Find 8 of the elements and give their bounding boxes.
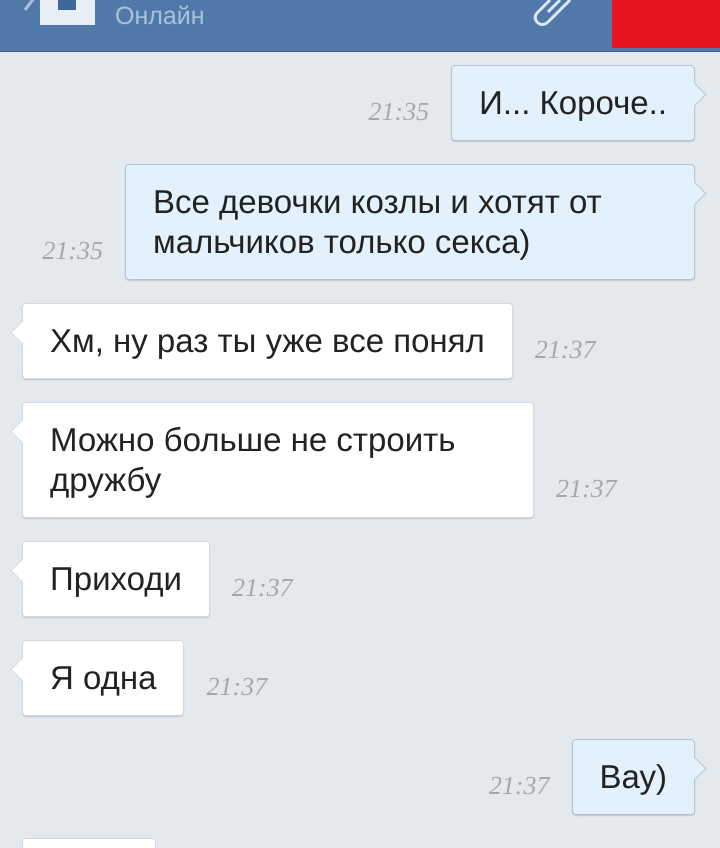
message-time: 21:37 bbox=[534, 335, 596, 365]
message-time: 21:35 bbox=[42, 236, 103, 266]
message-time: 21:37 bbox=[488, 771, 550, 801]
message-time: 21:37 bbox=[232, 573, 293, 603]
message-time: 21:35 bbox=[368, 97, 430, 127]
online-status: Онлайн bbox=[115, 2, 205, 31]
message-time: 21:37 bbox=[206, 672, 268, 702]
message-time: 21:37 bbox=[556, 474, 617, 504]
